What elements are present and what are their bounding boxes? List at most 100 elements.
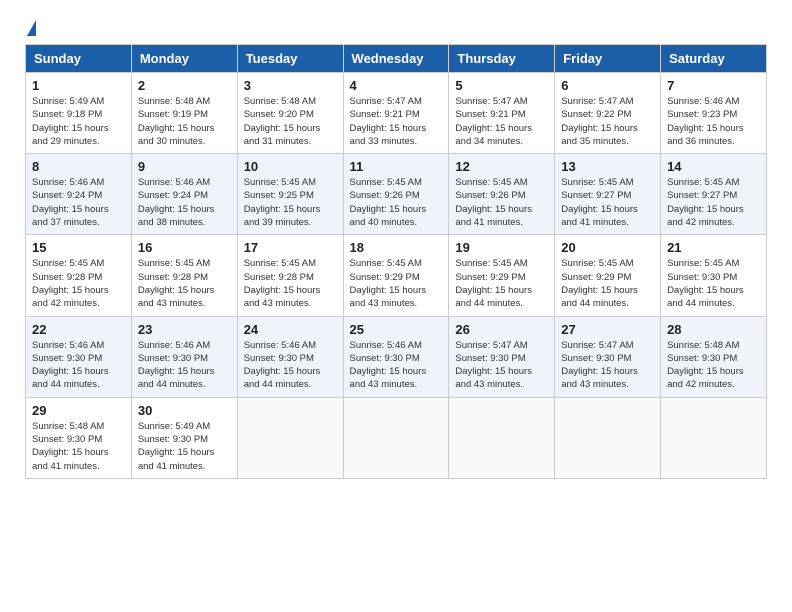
- calendar-week-row: 15 Sunrise: 5:45 AMSunset: 9:28 PMDaylig…: [26, 235, 767, 316]
- day-number: 27: [561, 322, 654, 337]
- day-info: Sunrise: 5:45 AMSunset: 9:28 PMDaylight:…: [138, 257, 231, 310]
- day-number: 4: [350, 78, 443, 93]
- day-number: 29: [32, 403, 125, 418]
- day-info: Sunrise: 5:47 AMSunset: 9:30 PMDaylight:…: [561, 339, 654, 392]
- column-header-tuesday: Tuesday: [237, 45, 343, 73]
- logo: [25, 20, 36, 34]
- day-info: Sunrise: 5:45 AMSunset: 9:26 PMDaylight:…: [455, 176, 548, 229]
- calendar-cell: 22 Sunrise: 5:46 AMSunset: 9:30 PMDaylig…: [26, 316, 132, 397]
- calendar-cell: [343, 397, 449, 478]
- day-info: Sunrise: 5:48 AMSunset: 9:30 PMDaylight:…: [32, 420, 125, 473]
- day-number: 28: [667, 322, 760, 337]
- day-info: Sunrise: 5:47 AMSunset: 9:21 PMDaylight:…: [350, 95, 443, 148]
- calendar-cell: 9 Sunrise: 5:46 AMSunset: 9:24 PMDayligh…: [131, 154, 237, 235]
- day-info: Sunrise: 5:46 AMSunset: 9:30 PMDaylight:…: [138, 339, 231, 392]
- day-number: 20: [561, 240, 654, 255]
- calendar-cell: 30 Sunrise: 5:49 AMSunset: 9:30 PMDaylig…: [131, 397, 237, 478]
- day-info: Sunrise: 5:45 AMSunset: 9:29 PMDaylight:…: [350, 257, 443, 310]
- page-header: [10, 10, 782, 39]
- calendar-cell: 28 Sunrise: 5:48 AMSunset: 9:30 PMDaylig…: [661, 316, 767, 397]
- day-info: Sunrise: 5:46 AMSunset: 9:30 PMDaylight:…: [244, 339, 337, 392]
- day-number: 10: [244, 159, 337, 174]
- column-header-wednesday: Wednesday: [343, 45, 449, 73]
- day-info: Sunrise: 5:49 AMSunset: 9:30 PMDaylight:…: [138, 420, 231, 473]
- day-number: 1: [32, 78, 125, 93]
- day-info: Sunrise: 5:48 AMSunset: 9:19 PMDaylight:…: [138, 95, 231, 148]
- column-header-friday: Friday: [555, 45, 661, 73]
- calendar-cell: 19 Sunrise: 5:45 AMSunset: 9:29 PMDaylig…: [449, 235, 555, 316]
- day-number: 18: [350, 240, 443, 255]
- calendar-cell: 24 Sunrise: 5:46 AMSunset: 9:30 PMDaylig…: [237, 316, 343, 397]
- calendar-cell: 11 Sunrise: 5:45 AMSunset: 9:26 PMDaylig…: [343, 154, 449, 235]
- day-info: Sunrise: 5:47 AMSunset: 9:30 PMDaylight:…: [455, 339, 548, 392]
- day-info: Sunrise: 5:46 AMSunset: 9:23 PMDaylight:…: [667, 95, 760, 148]
- day-number: 13: [561, 159, 654, 174]
- day-number: 17: [244, 240, 337, 255]
- day-info: Sunrise: 5:45 AMSunset: 9:27 PMDaylight:…: [667, 176, 760, 229]
- day-number: 19: [455, 240, 548, 255]
- calendar-cell: 13 Sunrise: 5:45 AMSunset: 9:27 PMDaylig…: [555, 154, 661, 235]
- day-info: Sunrise: 5:45 AMSunset: 9:28 PMDaylight:…: [32, 257, 125, 310]
- column-header-thursday: Thursday: [449, 45, 555, 73]
- calendar-cell: 17 Sunrise: 5:45 AMSunset: 9:28 PMDaylig…: [237, 235, 343, 316]
- calendar-cell: 2 Sunrise: 5:48 AMSunset: 9:19 PMDayligh…: [131, 73, 237, 154]
- calendar-cell: 15 Sunrise: 5:45 AMSunset: 9:28 PMDaylig…: [26, 235, 132, 316]
- day-info: Sunrise: 5:48 AMSunset: 9:30 PMDaylight:…: [667, 339, 760, 392]
- day-number: 14: [667, 159, 760, 174]
- day-info: Sunrise: 5:47 AMSunset: 9:21 PMDaylight:…: [455, 95, 548, 148]
- day-info: Sunrise: 5:49 AMSunset: 9:18 PMDaylight:…: [32, 95, 125, 148]
- calendar-cell: [449, 397, 555, 478]
- calendar-cell: 27 Sunrise: 5:47 AMSunset: 9:30 PMDaylig…: [555, 316, 661, 397]
- day-number: 11: [350, 159, 443, 174]
- day-number: 25: [350, 322, 443, 337]
- day-info: Sunrise: 5:47 AMSunset: 9:22 PMDaylight:…: [561, 95, 654, 148]
- day-info: Sunrise: 5:48 AMSunset: 9:20 PMDaylight:…: [244, 95, 337, 148]
- calendar-cell: 1 Sunrise: 5:49 AMSunset: 9:18 PMDayligh…: [26, 73, 132, 154]
- calendar-header-row: SundayMondayTuesdayWednesdayThursdayFrid…: [26, 45, 767, 73]
- calendar-cell: 20 Sunrise: 5:45 AMSunset: 9:29 PMDaylig…: [555, 235, 661, 316]
- day-info: Sunrise: 5:46 AMSunset: 9:24 PMDaylight:…: [32, 176, 125, 229]
- day-number: 2: [138, 78, 231, 93]
- day-number: 6: [561, 78, 654, 93]
- calendar-week-row: 29 Sunrise: 5:48 AMSunset: 9:30 PMDaylig…: [26, 397, 767, 478]
- calendar-cell: 10 Sunrise: 5:45 AMSunset: 9:25 PMDaylig…: [237, 154, 343, 235]
- day-number: 22: [32, 322, 125, 337]
- calendar-cell: 29 Sunrise: 5:48 AMSunset: 9:30 PMDaylig…: [26, 397, 132, 478]
- calendar-table: SundayMondayTuesdayWednesdayThursdayFrid…: [25, 44, 767, 479]
- day-info: Sunrise: 5:45 AMSunset: 9:29 PMDaylight:…: [561, 257, 654, 310]
- day-info: Sunrise: 5:46 AMSunset: 9:30 PMDaylight:…: [32, 339, 125, 392]
- calendar-cell: 3 Sunrise: 5:48 AMSunset: 9:20 PMDayligh…: [237, 73, 343, 154]
- day-number: 26: [455, 322, 548, 337]
- day-info: Sunrise: 5:45 AMSunset: 9:26 PMDaylight:…: [350, 176, 443, 229]
- day-info: Sunrise: 5:45 AMSunset: 9:29 PMDaylight:…: [455, 257, 548, 310]
- day-number: 3: [244, 78, 337, 93]
- calendar-week-row: 1 Sunrise: 5:49 AMSunset: 9:18 PMDayligh…: [26, 73, 767, 154]
- calendar-cell: 16 Sunrise: 5:45 AMSunset: 9:28 PMDaylig…: [131, 235, 237, 316]
- calendar-cell: 5 Sunrise: 5:47 AMSunset: 9:21 PMDayligh…: [449, 73, 555, 154]
- day-info: Sunrise: 5:46 AMSunset: 9:24 PMDaylight:…: [138, 176, 231, 229]
- calendar-cell: [661, 397, 767, 478]
- day-number: 24: [244, 322, 337, 337]
- column-header-saturday: Saturday: [661, 45, 767, 73]
- day-number: 15: [32, 240, 125, 255]
- column-header-monday: Monday: [131, 45, 237, 73]
- day-number: 8: [32, 159, 125, 174]
- day-number: 30: [138, 403, 231, 418]
- calendar-cell: 25 Sunrise: 5:46 AMSunset: 9:30 PMDaylig…: [343, 316, 449, 397]
- calendar-cell: 14 Sunrise: 5:45 AMSunset: 9:27 PMDaylig…: [661, 154, 767, 235]
- calendar-cell: 21 Sunrise: 5:45 AMSunset: 9:30 PMDaylig…: [661, 235, 767, 316]
- calendar-week-row: 8 Sunrise: 5:46 AMSunset: 9:24 PMDayligh…: [26, 154, 767, 235]
- day-number: 12: [455, 159, 548, 174]
- calendar-cell: 26 Sunrise: 5:47 AMSunset: 9:30 PMDaylig…: [449, 316, 555, 397]
- day-number: 7: [667, 78, 760, 93]
- day-info: Sunrise: 5:45 AMSunset: 9:25 PMDaylight:…: [244, 176, 337, 229]
- calendar-cell: 18 Sunrise: 5:45 AMSunset: 9:29 PMDaylig…: [343, 235, 449, 316]
- day-number: 21: [667, 240, 760, 255]
- column-header-sunday: Sunday: [26, 45, 132, 73]
- day-number: 9: [138, 159, 231, 174]
- day-number: 5: [455, 78, 548, 93]
- day-number: 16: [138, 240, 231, 255]
- calendar-week-row: 22 Sunrise: 5:46 AMSunset: 9:30 PMDaylig…: [26, 316, 767, 397]
- calendar-cell: [237, 397, 343, 478]
- calendar-cell: 23 Sunrise: 5:46 AMSunset: 9:30 PMDaylig…: [131, 316, 237, 397]
